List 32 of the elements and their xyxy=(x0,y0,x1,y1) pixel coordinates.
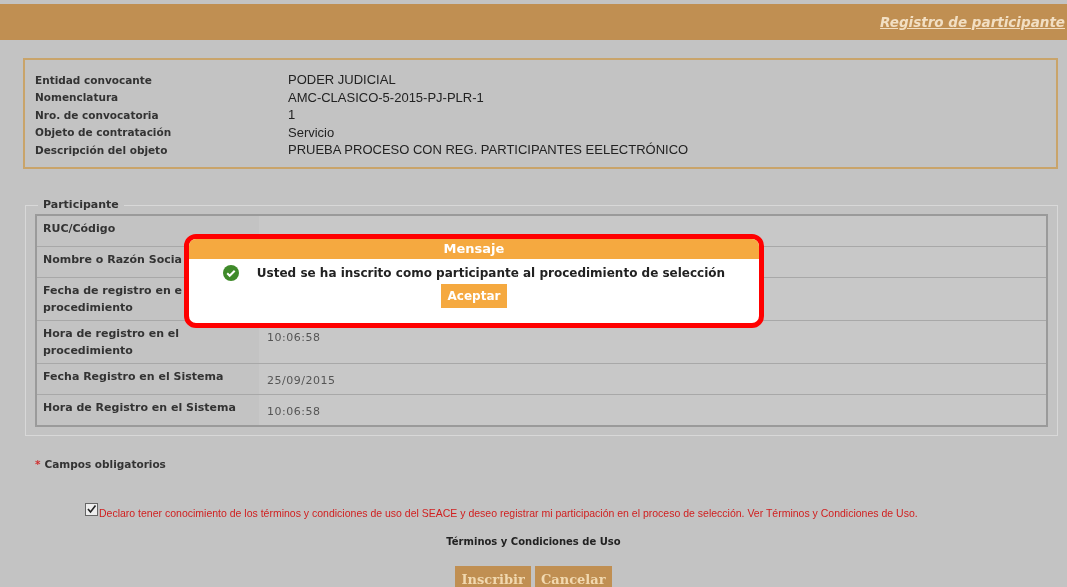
row-label: Fecha Registro en el Sistema xyxy=(43,368,224,385)
field-label: Descripción del objeto xyxy=(35,143,169,156)
required-note: Campos obligatorios xyxy=(44,457,166,470)
accept-button[interactable]: Aceptar xyxy=(440,283,508,308)
row-label: RUC/Código xyxy=(43,220,116,237)
row-value: 10:06:58 xyxy=(267,330,321,344)
dialog-message: Usted se ha inscrito como participante al procedimiento de selección xyxy=(256,265,726,280)
form-button[interactable]: Cancelar xyxy=(534,565,612,587)
field-value: Servicio xyxy=(288,124,335,140)
field-value: PODER JUDICIAL xyxy=(288,72,396,88)
row-label: Nombre o Razón Socia xyxy=(43,251,182,268)
fieldset-legend: Participante xyxy=(38,197,124,211)
required-mark: * xyxy=(35,457,41,470)
field-value: PRUEBA PROCESO CON REG. PARTICIPANTES EELECTRÓNICO xyxy=(288,142,689,158)
field-label: Objeto de contratación xyxy=(35,126,173,139)
row-label: Hora de Registro en el Sistema xyxy=(43,399,236,416)
row-value: 10:06:58 xyxy=(267,404,321,418)
field-value: 1 xyxy=(288,107,296,123)
row-value: 25/09/2015 xyxy=(267,373,336,387)
row-label: Hora de registro en el procedimiento xyxy=(43,325,181,359)
form-button[interactable]: Inscribir xyxy=(455,565,531,587)
dialog-title: Mensaje xyxy=(189,238,759,259)
field-label: Nro. de convocatoria xyxy=(35,108,160,121)
field-value: AMC-CLASICO-5-2015-PJ-PLR-1 xyxy=(288,89,484,105)
success-check-icon xyxy=(222,264,239,281)
field-label: Entidad convocante xyxy=(35,73,153,86)
agreement-checkbox[interactable] xyxy=(85,502,98,516)
terms-link[interactable]: Términos y Condiciones de Uso xyxy=(446,535,621,547)
row-label: Fecha de registro en e procedimiento xyxy=(43,282,184,316)
agreement-text: Declaro tener conocimiento de los términos y condiciones de uso del SEACE y deseo registrar mi participación en el proceso de selección. Ver Términos y Condiciones de Uso. xyxy=(99,505,918,519)
field-label: Nomenclatura xyxy=(35,91,120,104)
page-title[interactable]: Registro de participante xyxy=(880,14,1065,30)
